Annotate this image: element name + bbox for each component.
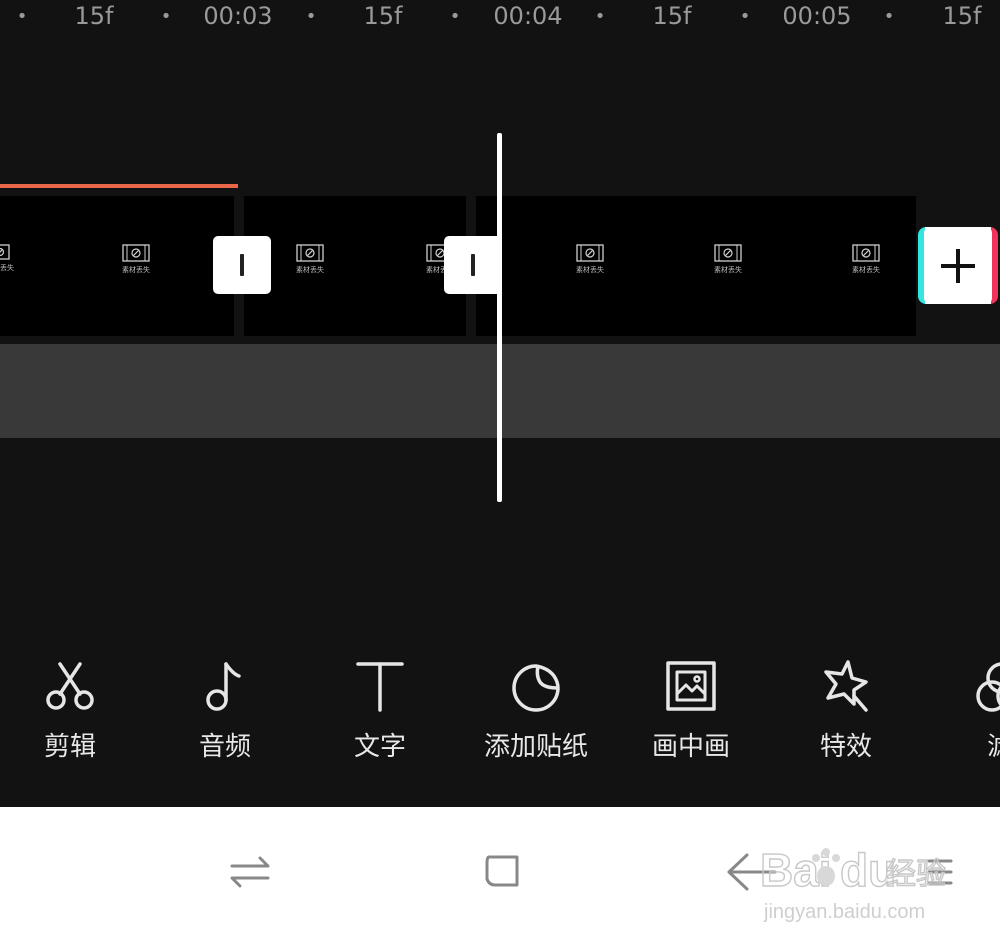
missing-media-icon <box>852 244 880 262</box>
ruler-dot: • <box>594 6 606 27</box>
watermark-cn: 经验 <box>886 858 946 891</box>
scissors-icon <box>46 662 94 710</box>
tool-label: 音频 <box>198 732 251 762</box>
audio-track-bar[interactable] <box>0 184 238 188</box>
missing-media-icon <box>122 244 150 262</box>
ruler-dot: • <box>160 6 172 27</box>
ruler-dot: • <box>449 6 461 27</box>
frame-caption: 素材丢失 <box>852 266 880 274</box>
bottom-toolbar: 剪辑 音频 文字 添加贴纸 画中画 特效 <box>0 640 1000 806</box>
frame-caption: 素材丢失 <box>296 266 324 274</box>
tool-filter[interactable]: 滤 <box>927 640 1000 780</box>
ruler-label: 00:05 <box>782 2 852 30</box>
ruler-label: 15f <box>942 2 982 30</box>
watermark-url: jingyan.baidu.com <box>763 901 925 923</box>
frame-caption: 素材丢失 <box>0 264 14 272</box>
clip-frame: 素材丢失 <box>106 244 166 284</box>
tool-label: 剪辑 <box>43 732 96 762</box>
video-clip[interactable]: 素材丢失 素材丢失 素材丢失 <box>476 196 916 336</box>
transition-handle[interactable] <box>444 236 502 294</box>
ruler-label: 15f <box>74 2 114 30</box>
ruler-label: 00:03 <box>203 2 273 30</box>
text-icon <box>356 662 404 712</box>
add-clip-button[interactable] <box>918 227 998 304</box>
frame-caption: 素材丢失 <box>122 266 150 274</box>
ruler-label: 15f <box>363 2 403 30</box>
tool-label: 添加贴纸 <box>483 732 588 762</box>
time-ruler: • 15f • 00:03 • 15f • 00:04 • 15f • 00:0… <box>0 0 1000 36</box>
playhead[interactable] <box>497 133 502 502</box>
recent-apps-button[interactable] <box>215 837 285 907</box>
tool-label: 滤 <box>927 726 1000 763</box>
clip-frame: 素材丢失 <box>698 244 758 284</box>
missing-media-icon <box>576 244 604 262</box>
missing-media-icon <box>0 244 10 260</box>
missing-media-icon <box>296 244 324 262</box>
filter-icon <box>976 662 1000 712</box>
ruler-label: 00:04 <box>493 2 563 30</box>
plus-icon <box>918 227 998 304</box>
ruler-dot: • <box>16 6 28 27</box>
clip-frame: 素材丢失 <box>836 244 896 284</box>
music-note-icon <box>206 662 241 711</box>
tool-label: 画中画 <box>651 732 730 762</box>
missing-media-icon <box>714 244 742 262</box>
video-clip[interactable]: 素材丢失 素材丢失 <box>244 196 466 336</box>
tool-label: 文字 <box>353 732 406 762</box>
tool-effects[interactable]: 特效 <box>771 640 921 780</box>
baidu-watermark: Bai du 经验 jingyan.baidu.com <box>759 830 1000 930</box>
ruler-dot: • <box>305 6 317 27</box>
clip-frame: 素材丢失 <box>560 244 620 284</box>
home-icon <box>485 855 519 887</box>
sticker-icon <box>512 664 560 712</box>
recent-apps-icon <box>230 856 270 888</box>
clip-frame: 素材丢失 <box>280 244 340 284</box>
frame-caption: 素材丢失 <box>714 266 742 274</box>
tool-sticker[interactable]: 添加贴纸 <box>461 640 611 780</box>
ruler-label: 15f <box>652 2 692 30</box>
transition-handle[interactable] <box>213 236 271 294</box>
star-effects-icon <box>824 660 868 712</box>
frame-caption: 素材丢失 <box>576 266 604 274</box>
ruler-dot: • <box>739 6 751 27</box>
ruler-dot: • <box>883 6 895 27</box>
picture-in-picture-icon <box>666 661 716 711</box>
tool-edit[interactable]: 剪辑 <box>0 640 145 780</box>
video-clip[interactable]: 素材丢失 素材丢失 <box>0 196 234 336</box>
home-button[interactable] <box>465 837 535 907</box>
tool-picture-in-picture[interactable]: 画中画 <box>616 640 766 780</box>
tool-text[interactable]: 文字 <box>305 640 455 780</box>
tool-label: 特效 <box>819 732 872 762</box>
tool-audio[interactable]: 音频 <box>150 640 300 780</box>
clip-frame: 素材丢失 <box>0 244 30 284</box>
